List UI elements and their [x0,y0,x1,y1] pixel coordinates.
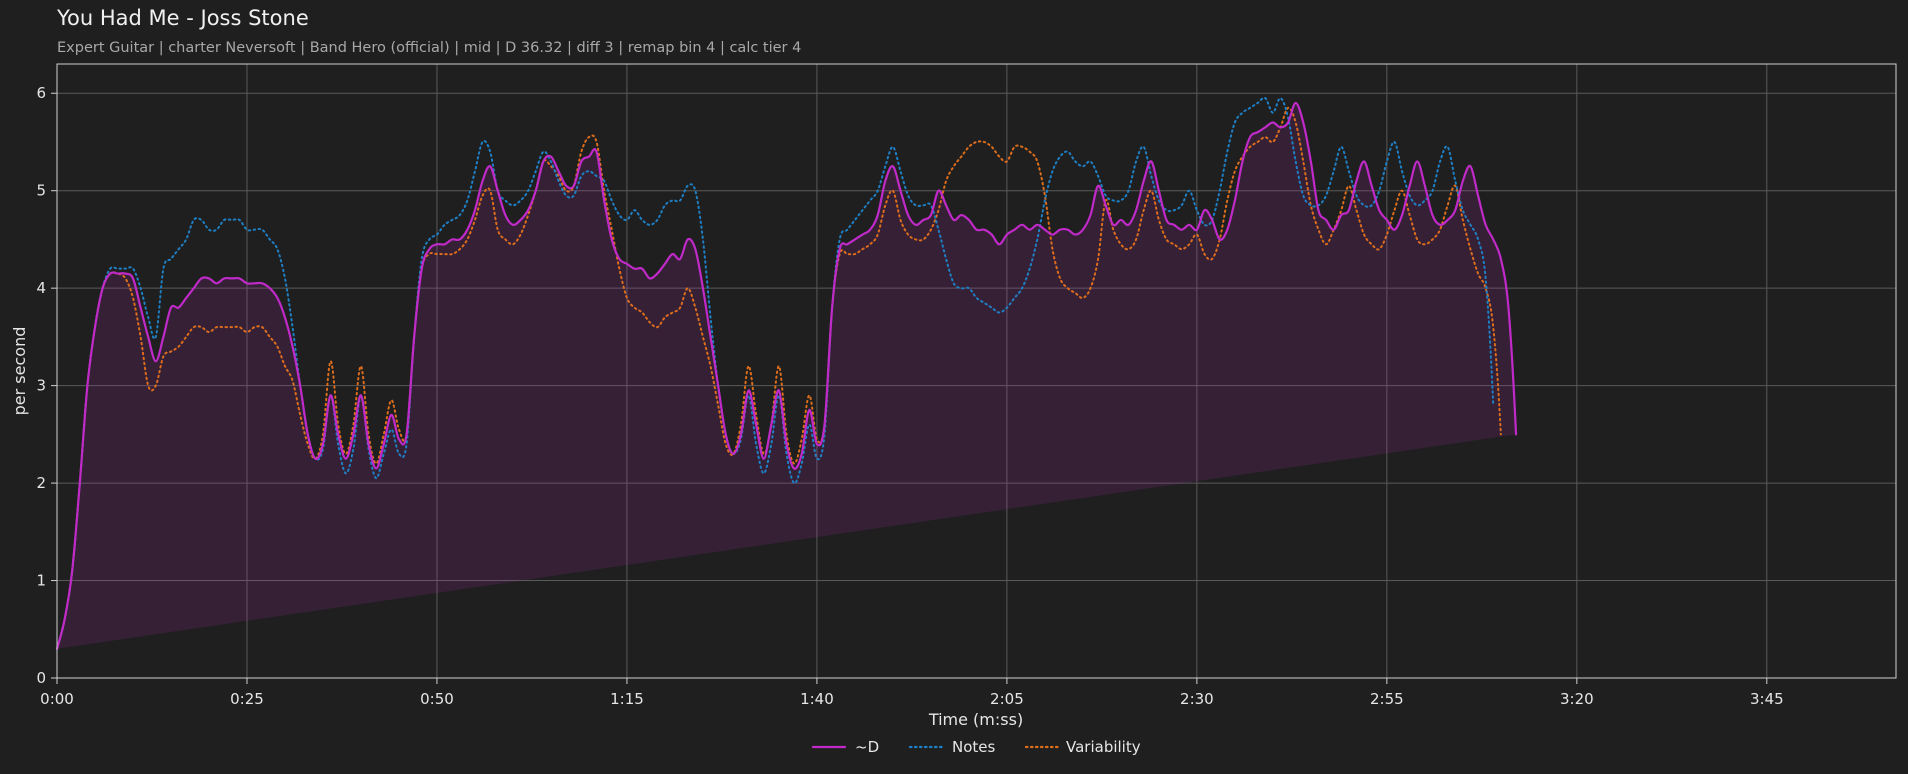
y-tick-label: 3 [36,377,46,395]
y-tick-label: 4 [36,279,46,297]
y-axis-ticks: 0 1 2 3 4 5 6 [36,84,57,687]
legend-label: Notes [952,738,996,756]
line-chart: 0 1 2 3 4 5 6 0:00 0:25 0:50 1:15 1:40 2:05 2:30 2:55… [10,63,1897,756]
y-tick-label: 5 [36,182,46,200]
legend-label: Variability [1066,738,1141,756]
x-tick-label: 2:30 [1180,690,1214,708]
x-tick-label: 1:40 [800,690,834,708]
legend: ~D Notes Variability [811,738,1141,756]
y-tick-label: 1 [36,572,46,590]
y-axis-label: per second [10,327,29,416]
x-axis-label: Time (m:ss) [928,710,1023,729]
x-tick-label: 3:45 [1750,690,1784,708]
y-tick-label: 2 [36,474,46,492]
x-tick-label: 2:05 [990,690,1024,708]
y-tick-label: 6 [36,84,46,102]
x-tick-label: 3:20 [1560,690,1594,708]
x-tick-label: 0:25 [230,690,264,708]
x-tick-label: 0:50 [420,690,454,708]
x-axis-ticks: 0:00 0:25 0:50 1:15 1:40 2:05 2:30 2:55 3:20 3:45 [40,678,1784,708]
x-tick-label: 0:00 [40,690,74,708]
legend-label: ~D [855,738,879,756]
y-tick-label: 0 [36,669,46,687]
x-tick-label: 2:55 [1370,690,1404,708]
x-tick-label: 1:15 [610,690,644,708]
